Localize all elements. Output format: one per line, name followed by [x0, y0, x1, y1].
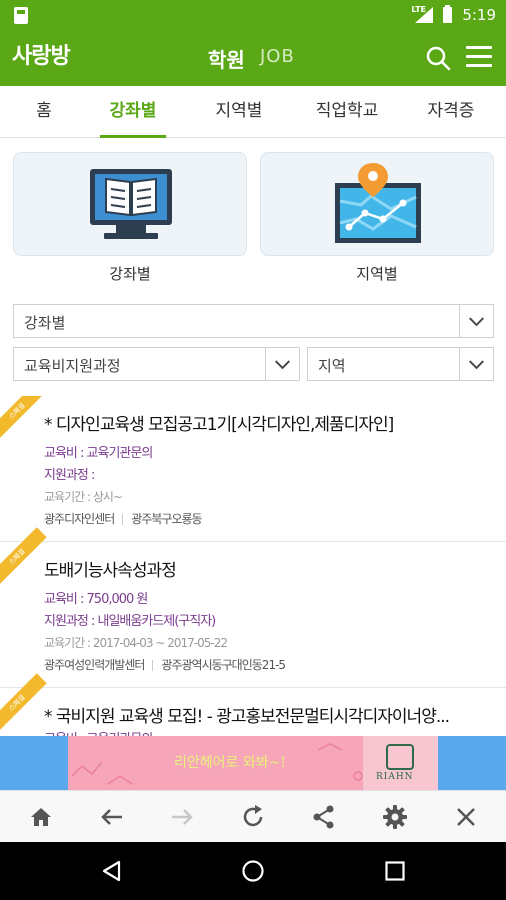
forward-arrow-icon[interactable] [168, 803, 196, 831]
course-list: 스폐셜 * 디자인교육생 모집공고1기[시각디자인,제품디자인] 교육비 : 교… [0, 396, 506, 736]
nav-back-icon[interactable] [100, 859, 124, 883]
page-subtitle: JOB [260, 46, 295, 67]
system-nav-bar [0, 842, 506, 900]
list-item-support: 지원과정 : [44, 468, 95, 483]
refresh-icon[interactable] [239, 803, 267, 831]
category-select-value: 강좌별 [24, 314, 66, 332]
list-item-title[interactable]: * 디자인교육생 모집공고1기[시각디자인,제품디자인] [44, 410, 394, 435]
tab-bar: 홈 강좌별 지역별 직업학교 자격증 [0, 86, 506, 138]
list-item-fee: 교육비 : 교육기관문의 [44, 446, 153, 461]
home-icon[interactable] [27, 803, 55, 831]
monitor-book-icon [90, 169, 172, 239]
list-item-meta: 광주여성인력개발센터 광주광역시동구대인동21-5 [44, 656, 286, 673]
sd-card-icon [14, 7, 28, 24]
close-icon[interactable] [452, 803, 480, 831]
ad-image[interactable]: 리안헤어로 와봐~! RIAHN [68, 736, 438, 790]
tab-by-region[interactable]: 지역별 [206, 86, 272, 138]
status-bar: LTE 5:19 [0, 0, 506, 30]
page-title: 학원 [208, 48, 245, 72]
search-icon[interactable] [424, 44, 452, 72]
ad-text: 리안헤어로 와봐~! [174, 755, 286, 771]
list-item-title[interactable]: * 국비지원 교육생 모집! - 광고홍보전문멀티시각디자이너양... [44, 702, 450, 727]
list-item-title[interactable]: 도배기능사속성과정 [44, 556, 177, 581]
category-cards: 강좌별 지역별 [0, 138, 506, 298]
clock: 5:19 [462, 6, 496, 24]
course-card-label: 강좌별 [109, 265, 151, 283]
ad-banner[interactable]: 리안헤어로 와봐~! RIAHN [0, 736, 506, 790]
ad-brand: RIAHN [376, 772, 414, 782]
course-type-select[interactable]: 교육비지원과정 [13, 347, 300, 381]
category-select[interactable]: 강좌별 [13, 304, 494, 338]
list-item-fee: 교육비 : 750,000 원 [44, 592, 148, 607]
tab-home[interactable]: 홈 [14, 86, 74, 138]
list-item-institution: 광주여성인력개발센터 [44, 658, 145, 672]
list-item[interactable]: 스폐셜 * 국비지원 교육생 모집! - 광고홍보전문멀티시각디자이너양... … [0, 673, 506, 736]
map-pin-icon [335, 163, 421, 243]
back-arrow-icon[interactable] [98, 803, 126, 831]
battery-icon [443, 5, 453, 23]
course-card[interactable] [13, 152, 247, 256]
app-bar: 사랑방 학원 JOB [0, 30, 506, 86]
list-item[interactable]: 스폐셜 도배기능사속성과정 교육비 : 750,000 원 지원과정 : 내일배… [0, 527, 506, 688]
tab-by-course[interactable]: 강좌별 [100, 86, 166, 138]
region-select[interactable]: 지역 [307, 347, 494, 381]
list-item-period: 교육기간 : 2017-04-03 ~ 2017-05-22 [44, 636, 228, 650]
tab-certificate[interactable]: 자격증 [416, 86, 486, 138]
course-type-select-value: 교육비지원과정 [24, 357, 121, 375]
list-item-fee: 교육비 : 교육기관문의 [44, 728, 153, 736]
menu-icon[interactable] [466, 46, 492, 68]
share-icon[interactable] [310, 803, 338, 831]
region-card[interactable] [260, 152, 494, 256]
browser-toolbar [0, 790, 506, 842]
ad-logo-icon [386, 744, 414, 770]
settings-gear-icon[interactable] [381, 803, 409, 831]
chevron-down-icon [459, 305, 484, 337]
region-card-label: 지역별 [356, 265, 398, 283]
signal-icon: LTE [411, 5, 434, 23]
list-item-support: 지원과정 : 내일배움카드제(구직자) [44, 614, 216, 629]
nav-home-icon[interactable] [241, 859, 265, 883]
list-item-location: 광주광역시동구대인동21-5 [161, 658, 286, 672]
list-item-institution: 광주디자인센터 [44, 512, 115, 526]
list-item-meta: 광주디자인센터 광주북구오룡동 [44, 510, 203, 527]
tab-vocational-school[interactable]: 직업학교 [304, 86, 390, 138]
region-select-value: 지역 [318, 357, 346, 375]
screen: LTE 5:19 사랑방 학원 JOB 홈 강좌별 지역별 직업학교 자격증 강… [0, 0, 506, 900]
nav-recents-icon[interactable] [383, 859, 407, 883]
app-logo[interactable]: 사랑방 [12, 38, 71, 70]
chevron-down-icon [459, 348, 484, 380]
chevron-down-icon [265, 348, 290, 380]
list-item-period: 교육기간 : 상시~ [44, 490, 123, 504]
special-badge: 스폐셜 [0, 396, 47, 441]
list-item-location: 광주북구오룡동 [131, 512, 202, 526]
list-item[interactable]: 스폐셜 * 디자인교육생 모집공고1기[시각디자인,제품디자인] 교육비 : 교… [0, 396, 506, 542]
